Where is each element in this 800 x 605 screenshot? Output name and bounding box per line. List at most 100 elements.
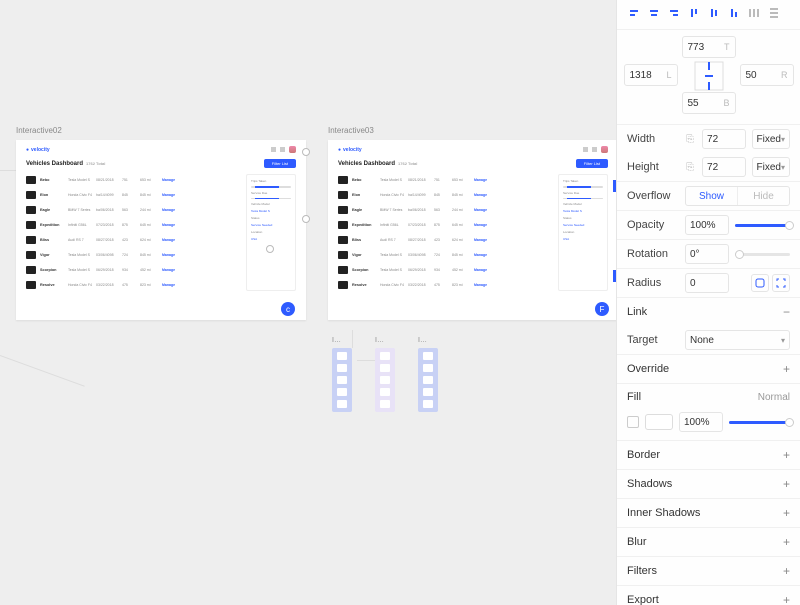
lock-icon[interactable]: ⎘ [684, 162, 696, 173]
header-icons [271, 146, 296, 153]
align-bottom-icon[interactable] [727, 6, 741, 23]
target-label: Target [627, 334, 679, 346]
canvas[interactable]: Interactive02 velocity Vehicles Dashboar… [0, 0, 616, 605]
add-icon[interactable]: + [783, 593, 790, 605]
add-icon[interactable]: + [783, 477, 790, 491]
table-row[interactable]: ElonHonda Civic F4ha/14/4099845845 miMan… [338, 189, 552, 201]
target-select[interactable]: None▾ [685, 330, 790, 350]
table-row[interactable]: BeboTesla Model S08/21/2018751653 miMana… [26, 174, 240, 186]
filter-button[interactable]: Filter List [264, 159, 296, 168]
opacity-slider[interactable] [735, 224, 790, 227]
component-strip[interactable]: I… [418, 348, 438, 412]
connector-dot[interactable] [266, 245, 274, 253]
radius-individual-icon[interactable] [772, 274, 790, 292]
table-row[interactable]: VigorTesla Model S03/06/4098724845 miMan… [26, 249, 240, 261]
vehicles-table: BeboTesla Model S08/21/2018751653 miMana… [338, 174, 552, 291]
table-row[interactable]: ResolveHonda Civic F403/22/2018475823 mi… [26, 279, 240, 291]
table-row[interactable]: BeboTesla Model S08/21/2018751653 miMana… [338, 174, 552, 186]
fill-swatch[interactable] [645, 414, 673, 430]
fill-opacity-input[interactable]: 100% [679, 412, 723, 432]
table-row[interactable]: ScorpionTesla Model S06/29/2018934452 mi… [338, 264, 552, 276]
table-row[interactable]: ElonHonda Civic F4ha/14/4099845845 miMan… [26, 189, 240, 201]
artboard-interactive02[interactable]: Interactive02 velocity Vehicles Dashboar… [16, 140, 306, 320]
add-icon[interactable]: + [783, 535, 790, 549]
table-row[interactable]: EagleBMW 7 Seriesba/06/2018563244 miMana… [26, 204, 240, 216]
blur-section[interactable]: Blur+ [617, 527, 800, 556]
padding-top-input[interactable]: 773T [682, 36, 736, 58]
artboard-interactive03[interactable]: Interactive03 velocity Vehicles Dashboar… [328, 140, 616, 320]
overflow-segment[interactable]: Show Hide [685, 186, 790, 206]
height-input[interactable]: 72 [702, 157, 745, 177]
avatar [601, 146, 608, 153]
rotation-input[interactable]: 0° [685, 244, 729, 264]
table-row[interactable]: BlissAudi RS 708/27/2018423624 miManage [338, 234, 552, 246]
table-row[interactable]: EagleBMW 7 Seriesba/06/2018563244 miMana… [338, 204, 552, 216]
add-icon[interactable]: + [783, 564, 790, 578]
add-icon[interactable]: + [783, 506, 790, 520]
component-strip[interactable]: I… [375, 348, 395, 412]
align-top-icon[interactable] [687, 6, 701, 23]
height-label: Height [627, 161, 678, 173]
table-row[interactable]: ScorpionTesla Model S06/29/2018934452 mi… [26, 264, 240, 276]
remove-icon[interactable]: − [783, 305, 790, 319]
padding-right-input[interactable]: 50R [740, 64, 794, 86]
table-row[interactable]: BlissAudi RS 708/27/2018423624 miManage [26, 234, 240, 246]
connector-line [352, 330, 353, 348]
align-right-icon[interactable] [667, 6, 681, 23]
override-section[interactable]: Override+ [617, 354, 800, 383]
filter-button[interactable]: Filter List [576, 159, 608, 168]
avatar [289, 146, 296, 153]
align-middle-icon[interactable] [707, 6, 721, 23]
overflow-hide[interactable]: Hide [737, 187, 789, 205]
height-mode-select[interactable]: Fixed▾ [752, 157, 790, 177]
inner-shadows-section[interactable]: Inner Shadows+ [617, 498, 800, 527]
opacity-input[interactable]: 100% [685, 215, 729, 235]
fill-opacity-slider[interactable] [729, 421, 790, 424]
radius-input[interactable]: 0 [685, 273, 729, 293]
export-section[interactable]: Export+ [617, 585, 800, 605]
header-icons [583, 146, 608, 153]
shadows-section[interactable]: Shadows+ [617, 469, 800, 498]
fab-button[interactable]: F [595, 302, 609, 316]
radius-label: Radius [627, 277, 679, 289]
border-section[interactable]: Border+ [617, 440, 800, 469]
connector-dot[interactable] [302, 148, 310, 156]
connector-line [0, 170, 16, 171]
artboard-label: Interactive02 [16, 126, 62, 135]
connector-dot[interactable] [302, 215, 310, 223]
padding-bottom-input[interactable]: 55B [682, 92, 736, 114]
distribute-h-icon[interactable] [747, 6, 761, 23]
padding-left-input[interactable]: 1318L [624, 64, 678, 86]
fab-button[interactable]: c [281, 302, 295, 316]
component-strip[interactable]: I… [332, 348, 352, 412]
inspector-panel: 773T 1318L 50R 55B Width ⎘ 72 Fixed▾ Hei… [616, 0, 800, 605]
filters-section[interactable]: Filters+ [617, 556, 800, 585]
add-icon[interactable]: + [783, 362, 790, 376]
overflow-show[interactable]: Show [686, 187, 737, 205]
artboard-label: Interactive03 [328, 126, 374, 135]
rotation-slider[interactable] [735, 253, 790, 256]
radius-all-icon[interactable] [751, 274, 769, 292]
table-row[interactable]: ResolveHonda Civic F403/22/2018475823 mi… [338, 279, 552, 291]
add-icon[interactable]: + [783, 448, 790, 462]
link-section[interactable]: Link− [617, 297, 800, 326]
fill-enabled-checkbox[interactable] [627, 416, 639, 428]
lock-icon[interactable]: ⎘ [684, 134, 696, 145]
align-toolbar [617, 0, 800, 30]
rotation-label: Rotation [627, 248, 679, 260]
table-row[interactable]: ExpeditionInfiniti G56L07/23/2018875645 … [338, 219, 552, 231]
connector-line [357, 360, 375, 361]
padding-center-icon[interactable] [682, 64, 736, 88]
table-row[interactable]: ExpeditionInfiniti G56L07/23/2018875645 … [26, 219, 240, 231]
filter-panel: Trips Taken Service Due Vehicle Model Te… [246, 174, 296, 291]
page-title: Vehicles Dashboard1762 Total [26, 161, 105, 167]
align-left-icon[interactable] [627, 6, 641, 23]
fill-section[interactable]: FillNormal [617, 383, 800, 410]
vehicles-table: BeboTesla Model S08/21/2018751653 miMana… [26, 174, 240, 291]
distribute-v-icon[interactable] [767, 6, 781, 23]
width-mode-select[interactable]: Fixed▾ [752, 129, 790, 149]
align-center-h-icon[interactable] [647, 6, 661, 23]
table-row[interactable]: VigorTesla Model S03/06/4098724845 miMan… [338, 249, 552, 261]
width-input[interactable]: 72 [702, 129, 745, 149]
connector-line [0, 355, 85, 387]
